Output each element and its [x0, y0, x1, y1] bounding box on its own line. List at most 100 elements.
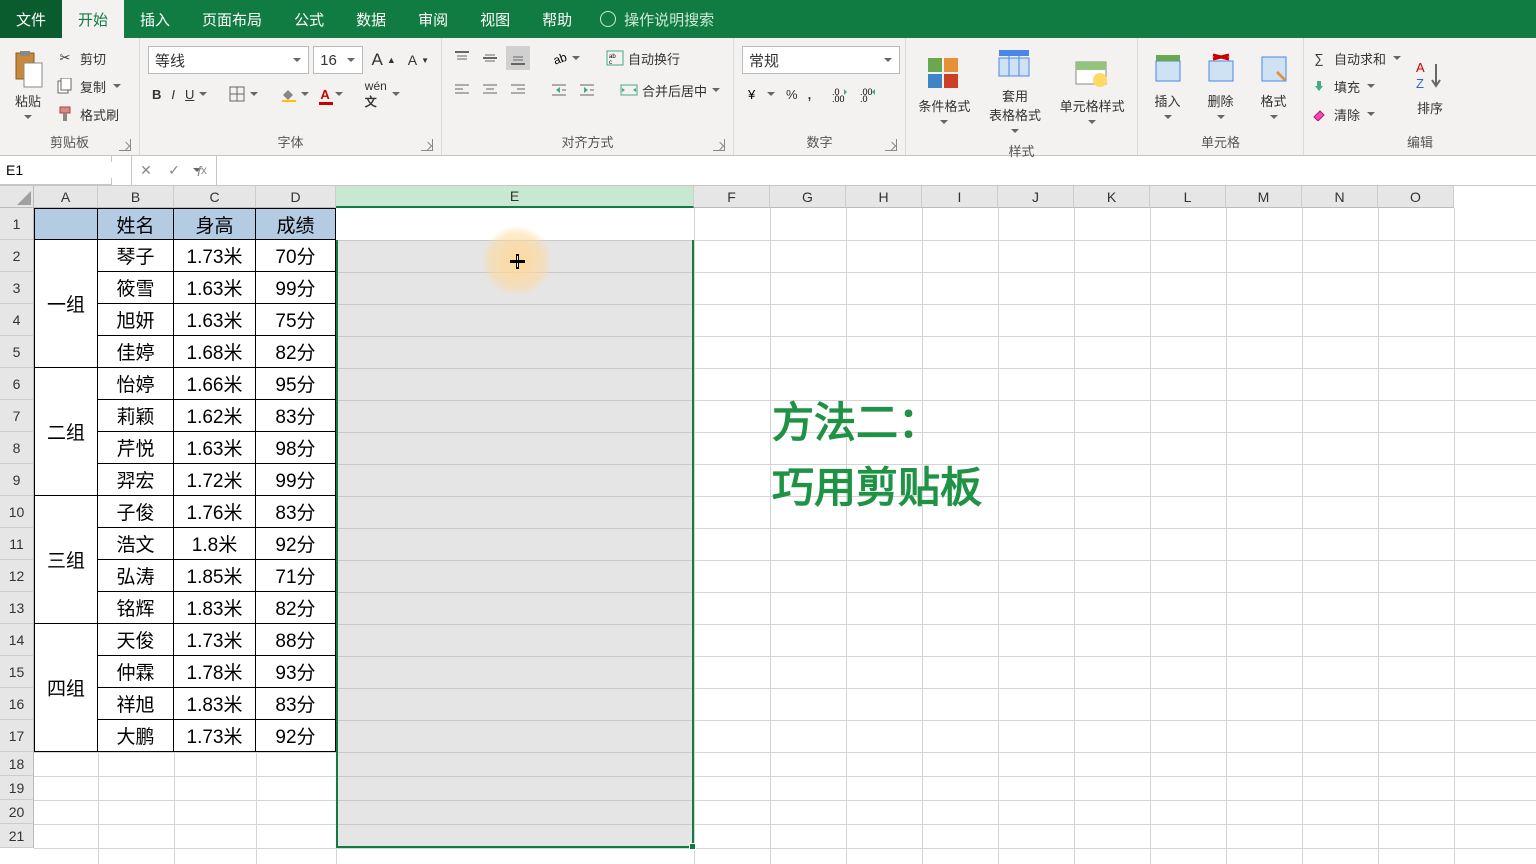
cell[interactable]: 芹悦	[98, 432, 174, 464]
menu-data[interactable]: 数据	[340, 0, 402, 38]
row-header-16[interactable]: 16	[0, 688, 34, 720]
insert-cells-button[interactable]: 插入	[1146, 47, 1190, 125]
menu-help[interactable]: 帮助	[526, 0, 588, 38]
menu-file[interactable]: 文件	[0, 0, 62, 38]
row-header-2[interactable]: 2	[0, 240, 34, 272]
number-format-combo[interactable]: 常规	[742, 46, 900, 74]
cell[interactable]: 70分	[256, 240, 336, 272]
menu-view[interactable]: 视图	[464, 0, 526, 38]
cell[interactable]: 三组	[34, 496, 98, 624]
sort-filter-button[interactable]: AZ排序	[1408, 54, 1452, 119]
column-header-N[interactable]: N	[1302, 186, 1378, 208]
column-header-J[interactable]: J	[998, 186, 1074, 208]
font-size-combo[interactable]: 16	[313, 46, 363, 74]
column-header-C[interactable]: C	[174, 186, 256, 208]
cell-styles-button[interactable]: 单元格样式	[1056, 52, 1129, 130]
format-as-table-button[interactable]: 套用 表格格式	[985, 42, 1045, 139]
cell[interactable]: 1.63米	[174, 304, 256, 336]
cell[interactable]: 92分	[256, 528, 336, 560]
cell[interactable]: 琴子	[98, 240, 174, 272]
italic-button[interactable]: I	[167, 82, 179, 106]
tell-me-search[interactable]: 操作说明搜索	[588, 0, 726, 38]
cell[interactable]: 弘涛	[98, 560, 174, 592]
cell[interactable]: 99分	[256, 464, 336, 496]
cell[interactable]: 浩文	[98, 528, 174, 560]
cell[interactable]: 88分	[256, 624, 336, 656]
cell[interactable]: 1.8米	[174, 528, 256, 560]
autosum-button[interactable]: ∑自动求和	[1310, 46, 1402, 70]
cell[interactable]: 98分	[256, 432, 336, 464]
cancel-formula-button[interactable]: ✕	[132, 162, 160, 179]
select-all-corner[interactable]	[0, 186, 34, 208]
font-dialog-launcher[interactable]	[421, 139, 433, 151]
cell[interactable]: 身高	[174, 208, 256, 240]
cell[interactable]: 莉颖	[98, 400, 174, 432]
menu-formula[interactable]: 公式	[278, 0, 340, 38]
decrease-decimal-button[interactable]: .00.0	[856, 82, 882, 106]
cell[interactable]: 一组	[34, 240, 98, 368]
align-top-button[interactable]	[450, 46, 474, 70]
row-header-1[interactable]: 1	[0, 208, 34, 240]
cell[interactable]: 筱雪	[98, 272, 174, 304]
cell[interactable]: 83分	[256, 688, 336, 720]
cell[interactable]: 仲霖	[98, 656, 174, 688]
cell[interactable]: 怡婷	[98, 368, 174, 400]
cell[interactable]	[34, 208, 98, 240]
column-header-O[interactable]: O	[1378, 186, 1454, 208]
format-cells-button[interactable]: 格式	[1252, 47, 1296, 125]
row-header-13[interactable]: 13	[0, 592, 34, 624]
formula-input[interactable]	[217, 156, 1536, 185]
align-center-button[interactable]	[478, 78, 502, 102]
cells-area[interactable]: 姓名身高成绩一组琴子1.73米70分筱雪1.63米99分旭妍1.63米75分佳婷…	[34, 208, 1536, 864]
fill-color-button[interactable]	[276, 82, 314, 106]
column-header-B[interactable]: B	[98, 186, 174, 208]
indent-increase-button[interactable]	[575, 78, 599, 102]
cell[interactable]: 姓名	[98, 208, 174, 240]
column-header-D[interactable]: D	[256, 186, 336, 208]
wrap-text-button[interactable]: abc自动换行	[602, 46, 684, 70]
row-header-21[interactable]: 21	[0, 824, 34, 848]
grow-font-button[interactable]: A▲	[367, 48, 399, 72]
border-button[interactable]	[225, 82, 263, 106]
cell[interactable]: 93分	[256, 656, 336, 688]
cell[interactable]: 四组	[34, 624, 98, 752]
cell[interactable]: 99分	[256, 272, 336, 304]
cell[interactable]: 佳婷	[98, 336, 174, 368]
cell[interactable]: 铭辉	[98, 592, 174, 624]
cell[interactable]: 大鹏	[98, 720, 174, 752]
column-header-E[interactable]: E	[336, 186, 694, 208]
cell[interactable]: 1.63米	[174, 272, 256, 304]
row-header-11[interactable]: 11	[0, 528, 34, 560]
fill-handle[interactable]	[689, 843, 696, 850]
row-header-6[interactable]: 6	[0, 368, 34, 400]
orientation-button[interactable]: ab	[547, 46, 585, 70]
alignment-dialog-launcher[interactable]	[713, 139, 725, 151]
percent-button[interactable]: %	[782, 82, 802, 106]
row-header-9[interactable]: 9	[0, 464, 34, 496]
insert-function-button[interactable]: fx	[188, 163, 216, 179]
cell[interactable]: 1.73米	[174, 624, 256, 656]
cell[interactable]: 成绩	[256, 208, 336, 240]
row-header-3[interactable]: 3	[0, 272, 34, 304]
conditional-format-button[interactable]: 条件格式	[914, 52, 974, 130]
merge-cells-button[interactable]: 合并后居中	[616, 78, 725, 102]
menu-insert[interactable]: 插入	[124, 0, 186, 38]
row-header-4[interactable]: 4	[0, 304, 34, 336]
comma-button[interactable]: ,	[804, 82, 816, 106]
menu-home[interactable]: 开始	[62, 0, 124, 38]
paste-dropdown[interactable]	[23, 112, 33, 123]
indent-decrease-button[interactable]	[547, 78, 571, 102]
cell[interactable]: 83分	[256, 496, 336, 528]
font-color-button[interactable]: A	[316, 82, 347, 106]
cell[interactable]: 1.62米	[174, 400, 256, 432]
row-header-7[interactable]: 7	[0, 400, 34, 432]
font-family-combo[interactable]: 等线	[148, 46, 309, 74]
cell[interactable]: 82分	[256, 592, 336, 624]
cell[interactable]: 82分	[256, 336, 336, 368]
cell[interactable]: 二组	[34, 368, 98, 496]
column-header-A[interactable]: A	[34, 186, 98, 208]
cut-button[interactable]: ✂剪切	[56, 46, 122, 70]
enter-formula-button[interactable]: ✓	[160, 162, 188, 179]
clipboard-dialog-launcher[interactable]	[119, 139, 131, 151]
bold-button[interactable]: B	[148, 82, 165, 106]
